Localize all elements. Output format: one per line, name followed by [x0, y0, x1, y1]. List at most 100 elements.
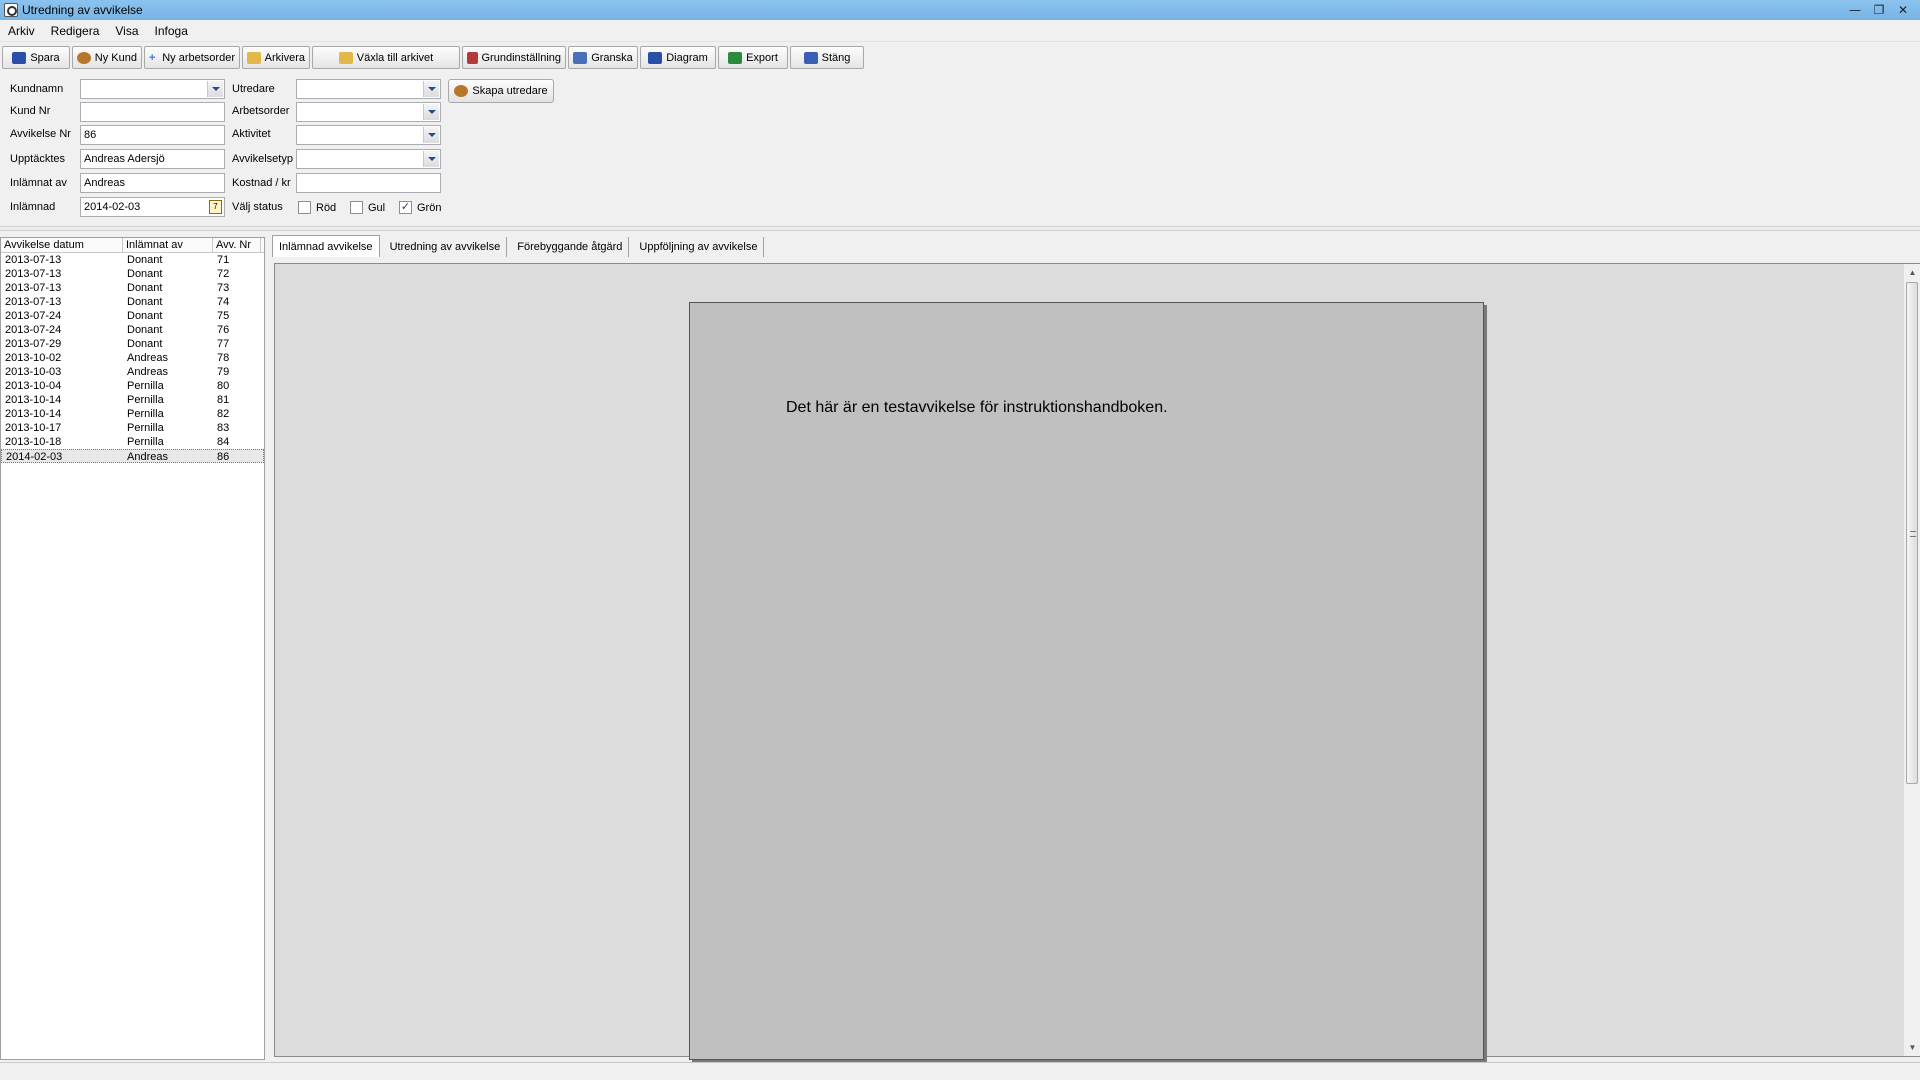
cell-nr: 79	[217, 366, 230, 378]
cell-submitter: Pernilla	[127, 422, 164, 434]
chevron-down-icon[interactable]	[423, 104, 439, 120]
status-red-label: Röd	[316, 201, 337, 214]
chevron-down-icon[interactable]	[423, 127, 439, 143]
menu-redigera[interactable]: Redigera	[51, 24, 100, 38]
create-investigator-button[interactable]: Skapa utredare	[448, 79, 554, 103]
folder-icon	[247, 51, 261, 64]
customer-name-combo[interactable]	[80, 79, 225, 99]
list-item[interactable]: 2013-07-29 Donant 77	[1, 337, 264, 351]
menu-infoga[interactable]: Infoga	[155, 24, 188, 38]
deviation-nr-field[interactable]: 86	[80, 125, 225, 145]
scroll-up-icon[interactable]: ▲	[1904, 264, 1920, 281]
list-item[interactable]: 2013-10-14 Pernilla 82	[1, 407, 264, 421]
vertical-scrollbar[interactable]: ▲ ▼	[1903, 264, 1920, 1056]
cost-field[interactable]	[296, 173, 441, 193]
customer-nr-field[interactable]	[80, 102, 225, 122]
cost-label: Kostnad / kr	[232, 177, 291, 189]
export-button[interactable]: Export	[718, 46, 788, 69]
chevron-down-icon[interactable]	[423, 151, 439, 167]
work-order-combo[interactable]	[296, 102, 441, 122]
menu-arkiv[interactable]: Arkiv	[8, 24, 35, 38]
cell-submitter: Andreas	[127, 366, 168, 378]
deviation-type-combo[interactable]	[296, 149, 441, 169]
save-button[interactable]: Spara	[2, 46, 70, 69]
list-item-selected[interactable]: 2014-02-03 Andreas 86	[1, 449, 264, 463]
column-submitted-header[interactable]: Inlämnat av	[123, 238, 213, 252]
splitter[interactable]	[0, 226, 1920, 231]
status-yellow-checkbox[interactable]: Gul	[350, 201, 385, 214]
minimize-button[interactable]: —	[1846, 3, 1864, 18]
diagram-button[interactable]: Diagram	[640, 46, 716, 69]
cell-nr: 80	[217, 380, 230, 392]
column-date-header[interactable]: Avvikelse datum	[1, 238, 123, 252]
list-item[interactable]: 2013-07-24 Donant 76	[1, 323, 264, 337]
checkmark-icon[interactable]: ✓	[399, 201, 412, 214]
status-red-checkbox[interactable]: Röd	[298, 201, 336, 214]
tab-preventive-action[interactable]: Förebyggande åtgärd	[511, 237, 630, 257]
list-item[interactable]: 2013-07-24 Donant 75	[1, 309, 264, 323]
settings-button[interactable]: Grundinställning	[462, 46, 566, 69]
scroll-thumb[interactable]	[1906, 282, 1918, 784]
checkbox-box[interactable]	[298, 201, 311, 214]
preview-button[interactable]: Granska	[568, 46, 638, 69]
cell-submitter: Pernilla	[127, 408, 164, 420]
cell-date: 2013-07-13	[5, 268, 62, 280]
list-item[interactable]: 2013-10-03 Andreas 79	[1, 365, 264, 379]
list-item[interactable]: 2013-10-14 Pernilla 81	[1, 393, 264, 407]
document-view[interactable]: Det här är en testavvikelse för instrukt…	[274, 263, 1920, 1060]
cell-date: 2013-07-13	[5, 282, 62, 294]
investigator-combo[interactable]	[296, 79, 441, 99]
submitted-by-field[interactable]: Andreas	[80, 173, 225, 193]
list-item[interactable]: 2013-07-13 Donant 73	[1, 281, 264, 295]
chevron-down-icon[interactable]	[207, 81, 223, 97]
list-item[interactable]: 2013-10-04 Pernilla 80	[1, 379, 264, 393]
new-customer-button[interactable]: Ny Kund	[72, 46, 142, 69]
cell-date: 2013-10-04	[5, 380, 62, 392]
cell-date: 2013-10-17	[5, 422, 62, 434]
list-item[interactable]: 2013-07-13 Donant 71	[1, 253, 264, 267]
tab-follow-up[interactable]: Uppföljning av avvikelse	[633, 237, 765, 257]
cell-nr: 81	[217, 394, 230, 406]
document-text[interactable]: Det här är en testavvikelse för instrukt…	[786, 399, 1168, 417]
submitted-date-picker[interactable]: 2014-02-03 7	[80, 197, 225, 217]
investigator-label: Utredare	[232, 83, 275, 95]
discovered-by-label: Upptäcktes	[10, 153, 66, 165]
document-page[interactable]: Det här är en testavvikelse för instrukt…	[689, 302, 1484, 1060]
grip-icon	[1910, 531, 1916, 537]
switch-archive-label: Växla till arkivet	[356, 51, 434, 64]
menu-visa[interactable]: Visa	[115, 24, 138, 38]
list-item[interactable]: 2013-07-13 Donant 74	[1, 295, 264, 309]
checkbox-box[interactable]	[350, 201, 363, 214]
list-item[interactable]: 2013-07-13 Donant 72	[1, 267, 264, 281]
deviation-nr-label: Avvikelse Nr	[10, 128, 71, 140]
document-icon	[573, 51, 588, 64]
status-green-checkbox[interactable]: ✓ Grön	[399, 201, 441, 214]
save-label: Spara	[30, 51, 60, 64]
cell-submitter: Pernilla	[127, 436, 164, 448]
diagram-label: Diagram	[666, 51, 708, 64]
deviation-type-label: Avvikelsetyp	[232, 153, 293, 165]
archive-button[interactable]: Arkivera	[242, 46, 310, 69]
archive-label: Arkivera	[264, 51, 305, 64]
column-nr-header[interactable]: Avv. Nr	[213, 238, 261, 252]
door-icon	[803, 51, 818, 64]
deviation-list[interactable]: Avvikelse datum Inlämnat av Avv. Nr 2013…	[0, 237, 265, 1060]
restore-button[interactable]: ❐	[1870, 3, 1888, 18]
close-form-button[interactable]: Stäng	[790, 46, 864, 69]
list-item[interactable]: 2013-10-02 Andreas 78	[1, 351, 264, 365]
cell-submitter: Andreas	[127, 352, 168, 364]
tab-submitted-deviation[interactable]: Inlämnad avvikelse	[272, 235, 380, 257]
activity-combo[interactable]	[296, 125, 441, 145]
list-item[interactable]: 2013-10-17 Pernilla 83	[1, 421, 264, 435]
tab-investigation[interactable]: Utredning av avvikelse	[384, 237, 508, 257]
close-button[interactable]: ✕	[1894, 3, 1912, 18]
cell-nr: 78	[217, 352, 230, 364]
new-work-order-button[interactable]: + Ny arbetsorder	[144, 46, 240, 69]
switch-archive-button[interactable]: Växla till arkivet	[312, 46, 460, 69]
chevron-down-icon[interactable]	[423, 81, 439, 97]
scroll-down-icon[interactable]: ▼	[1904, 1039, 1920, 1056]
calendar-icon[interactable]: 7	[209, 200, 222, 214]
discovered-by-field[interactable]: Andreas Adersjö	[80, 149, 225, 169]
list-item[interactable]: 2013-10-18 Pernilla 84	[1, 435, 264, 449]
cell-submitter: Pernilla	[127, 394, 164, 406]
